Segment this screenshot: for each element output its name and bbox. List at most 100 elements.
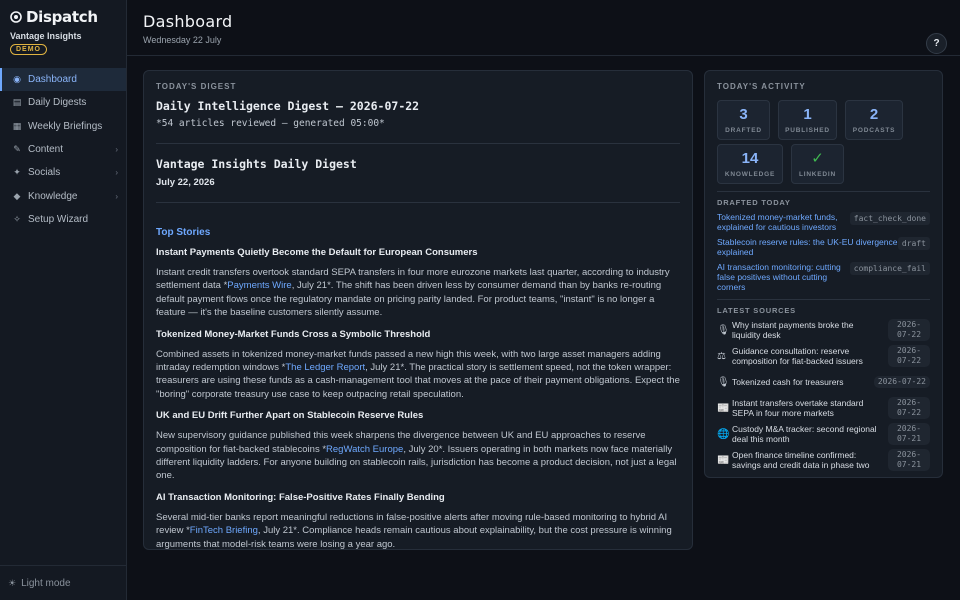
source-link[interactable]: Payments Wire bbox=[227, 280, 291, 291]
stats-grid: 3 DRAFTED 1 PUBLISHED 2 PODCASTS 14 KNOW… bbox=[717, 100, 930, 184]
sidebar-item-knowledge[interactable]: ◆ Knowledge › bbox=[0, 184, 126, 207]
source-date: 2026-07-22 bbox=[873, 376, 930, 388]
latest-sources-label: LATEST SOURCES bbox=[717, 306, 796, 315]
digest-subtitle: *54 articles reviewed — generated 05:00* bbox=[156, 118, 385, 129]
source-title: Tokenized cash for treasurers bbox=[732, 377, 844, 387]
stat-published[interactable]: 1 PUBLISHED bbox=[778, 100, 837, 140]
status-badge: fact_check_done bbox=[849, 212, 930, 225]
status-badge: draft bbox=[897, 237, 930, 250]
stat-drafted[interactable]: 3 DRAFTED bbox=[717, 100, 770, 140]
source-date: 2026-07-22 bbox=[888, 397, 930, 419]
divider bbox=[717, 191, 930, 192]
list-item[interactable]: 📰 Open finance timeline confirmed: savin… bbox=[717, 449, 930, 471]
sidebar-item-weekly-briefings[interactable]: ▦ Weekly Briefings bbox=[0, 115, 126, 138]
card-label: TODAY'S DIGEST bbox=[156, 82, 237, 91]
dispatch-logo-icon bbox=[10, 11, 22, 23]
check-icon: ✓ bbox=[811, 150, 824, 167]
chevron-right-icon: › bbox=[115, 191, 118, 201]
stat-value: 1 bbox=[803, 106, 812, 123]
divider bbox=[717, 299, 930, 300]
bulb-icon: ◆ bbox=[13, 190, 21, 201]
sidebar-item-content[interactable]: ✎ Content › bbox=[0, 138, 126, 161]
stat-value: 3 bbox=[739, 106, 748, 123]
source-title: Guidance consultation: reserve compositi… bbox=[732, 346, 863, 366]
source-date: 2026-07-21 bbox=[888, 423, 930, 445]
org-name: Vantage Insights bbox=[10, 31, 82, 41]
newspaper-icon: 📰 bbox=[717, 454, 730, 466]
todays-digest-card: TODAY'S DIGEST Daily Intelligence Digest… bbox=[143, 70, 693, 550]
digest-title: Daily Intelligence Digest — 2026-07-22 bbox=[156, 99, 420, 113]
stat-label: PUBLISHED bbox=[785, 127, 830, 134]
stat-linkedin[interactable]: ✓ LINKEDIN bbox=[791, 144, 844, 184]
story-body: Combined assets in tokenized money-marke… bbox=[156, 348, 680, 400]
story-body: Several mid-tier banks report meaningful… bbox=[156, 511, 672, 550]
draft-link[interactable]: Stablecoin reserve rules: the UK-EU dive… bbox=[717, 237, 898, 257]
sidebar-item-daily-digests[interactable]: ▤ Daily Digests bbox=[0, 91, 126, 114]
brand-title[interactable]: Dispatch bbox=[10, 8, 116, 26]
stat-label: DRAFTED bbox=[725, 127, 762, 134]
stat-value: 2 bbox=[869, 106, 879, 123]
chevron-right-icon: › bbox=[115, 168, 118, 178]
list-item: AI transaction monitoring: cutting false… bbox=[717, 262, 930, 292]
digest-date: July 22, 2026 bbox=[156, 177, 215, 188]
story-title: UK and EU Drift Further Apart on Stablec… bbox=[156, 410, 424, 422]
story-title: AI Transaction Monitoring: False-Positiv… bbox=[156, 491, 445, 503]
brand: Dispatch Vantage Insights DEMO bbox=[0, 0, 126, 55]
help-button[interactable]: ? bbox=[926, 33, 947, 54]
dashboard-icon: ◉ bbox=[13, 74, 21, 85]
page-title: Dashboard bbox=[143, 12, 233, 31]
draft-link[interactable]: Tokenized money-market funds, explained … bbox=[717, 212, 850, 232]
stat-label: LINKEDIN bbox=[798, 171, 837, 178]
page-header: Dashboard Wednesday 22 July ? bbox=[127, 0, 960, 56]
story-body: Instant credit transfers overtook standa… bbox=[156, 267, 670, 319]
sidebar-item-label: Daily Digests bbox=[28, 97, 87, 109]
list-item[interactable]: 🎙 Why instant payments broke the liquidi… bbox=[717, 319, 930, 341]
story-title: Tokenized Money-Market Funds Cross a Sym… bbox=[156, 328, 431, 340]
stat-label: KNOWLEDGE bbox=[724, 171, 776, 178]
divider bbox=[156, 143, 680, 144]
list-item[interactable]: 🌐 Custody M&A tracker: second regional d… bbox=[717, 423, 930, 445]
list-item[interactable]: ⚖ Guidance consultation: reserve composi… bbox=[717, 345, 930, 367]
divider bbox=[156, 202, 680, 203]
draft-link[interactable]: AI transaction monitoring: cutting false… bbox=[717, 262, 850, 292]
story-body: New supervisory guidance published this … bbox=[156, 430, 677, 482]
stat-podcasts[interactable]: 2 PODCASTS bbox=[845, 100, 903, 140]
light-mode-label: Light mode bbox=[21, 577, 71, 589]
light-mode-toggle[interactable]: ☀ Light mode bbox=[0, 565, 126, 600]
source-link[interactable]: RegWatch Europe bbox=[326, 444, 403, 455]
list-item[interactable]: 📰 Instant transfers overtake standard SE… bbox=[717, 397, 930, 419]
microphone-icon: 🎙 bbox=[717, 376, 730, 388]
stat-knowledge[interactable]: 14 KNOWLEDGE bbox=[717, 144, 783, 184]
digest-heading: Vantage Insights Daily Digest bbox=[156, 157, 357, 171]
scales-icon: ⚖ bbox=[717, 350, 726, 362]
clipboard-icon: ▦ bbox=[12, 120, 22, 131]
chevron-right-icon: › bbox=[115, 145, 118, 155]
demo-badge: DEMO bbox=[10, 44, 47, 55]
source-link[interactable]: FinTech Briefing bbox=[190, 525, 258, 536]
brand-name: Dispatch bbox=[26, 8, 98, 26]
source-link[interactable]: The Ledger Report bbox=[285, 362, 365, 373]
megaphone-icon: ✦ bbox=[13, 167, 21, 178]
stat-label: PODCASTS bbox=[852, 127, 896, 134]
microphone-icon: 🎙 bbox=[717, 324, 730, 336]
drafted-today-label: DRAFTED TODAY bbox=[717, 198, 791, 207]
pencil-icon: ✎ bbox=[13, 144, 21, 155]
newspaper-icon: 📰 bbox=[717, 402, 730, 414]
sidebar-item-label: Weekly Briefings bbox=[28, 120, 103, 132]
sun-icon: ☀ bbox=[8, 577, 17, 588]
sidebar-item-label: Content bbox=[28, 144, 64, 156]
sidebar: Dispatch Vantage Insights DEMO ◉ Dashboa… bbox=[0, 0, 127, 600]
list-item: Tokenized money-market funds, explained … bbox=[717, 212, 930, 232]
source-title: Custody M&A tracker: second regional dea… bbox=[732, 424, 877, 444]
source-title: Instant transfers overtake standard SEPA… bbox=[732, 398, 864, 418]
sidebar-item-dashboard[interactable]: ◉ Dashboard bbox=[0, 68, 126, 92]
list-item: Stablecoin reserve rules: the UK-EU dive… bbox=[717, 237, 930, 257]
sidebar-item-socials[interactable]: ✦ Socials › bbox=[0, 161, 126, 184]
source-date: 2026-07-21 bbox=[888, 449, 930, 471]
sidebar-item-label: Dashboard bbox=[28, 74, 77, 86]
sidebar-item-label: Knowledge bbox=[28, 190, 78, 202]
sidebar-nav: ◉ Dashboard ▤ Daily Digests ▦ Weekly Bri… bbox=[0, 68, 126, 231]
list-item[interactable]: 🎙 Tokenized cash for treasurers 2026-07-… bbox=[717, 371, 930, 393]
sidebar-item-label: Socials bbox=[28, 167, 61, 179]
sidebar-item-setup-wizard[interactable]: ✧ Setup Wizard bbox=[0, 208, 126, 231]
